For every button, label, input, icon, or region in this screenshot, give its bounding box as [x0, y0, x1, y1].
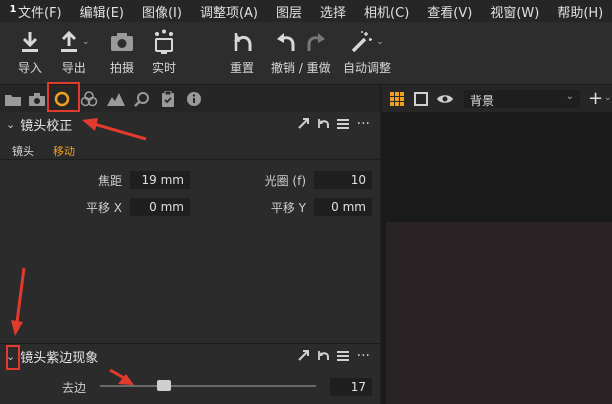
- menu-layers[interactable]: 图层: [276, 2, 302, 21]
- defringe-field[interactable]: 17: [330, 378, 372, 396]
- menu-edit[interactable]: 编辑(E): [80, 2, 124, 21]
- more-icon[interactable]: ···: [357, 117, 370, 131]
- annotation-box-lens-tab: [47, 82, 80, 112]
- aperture-field[interactable]: 10: [314, 171, 372, 189]
- main-toolbar: 导入 ⌄ 导出 拍摄 实时 重置 撤销 / 重做 ⌄ 自动调整: [0, 22, 612, 84]
- shift-y-label: 平移 Y: [270, 201, 306, 215]
- layer-select[interactable]: 背景 ⌄: [464, 90, 580, 108]
- defringe-label: 去边: [61, 381, 86, 395]
- menu-window[interactable]: 视窗(W): [490, 2, 539, 21]
- reset-icon: [231, 28, 253, 56]
- image-preview: [386, 222, 612, 404]
- info-tab-icon[interactable]: [185, 91, 203, 107]
- annotation-arrow: [11, 267, 26, 336]
- grid-icon[interactable]: [390, 92, 404, 109]
- export-icon: ⌄: [58, 28, 90, 56]
- expand-icon[interactable]: [297, 350, 309, 361]
- add-icon[interactable]: +: [588, 88, 603, 109]
- folder-icon[interactable]: [4, 91, 22, 107]
- menu-camera[interactable]: 相机(C): [364, 2, 409, 21]
- purple-fringing-header[interactable]: ⌄ 镜头紫边现象 ···: [0, 344, 380, 368]
- reset-panel-icon[interactable]: [317, 118, 329, 129]
- aperture-label: 光圈 (f): [264, 174, 306, 188]
- menu-help[interactable]: 帮助(H): [557, 2, 603, 21]
- export-button[interactable]: ⌄ 导出: [58, 28, 90, 76]
- menu-file[interactable]: 文件(F): [18, 2, 62, 21]
- focal-field[interactable]: 19 mm: [130, 171, 190, 189]
- tab-lens[interactable]: 镜头: [12, 143, 34, 159]
- menu-adjustments[interactable]: 调整项(A): [200, 2, 258, 21]
- lens-correction-header[interactable]: ⌄ 镜头校正 ···: [0, 112, 380, 136]
- import-button[interactable]: 导入: [18, 28, 42, 76]
- menu-bar: 1 文件(F) 编辑(E) 图像(I) 调整项(A) 图层 选择 相机(C) 查…: [0, 0, 612, 22]
- chevron-down-icon[interactable]: ⌄: [6, 118, 15, 131]
- menu-view[interactable]: 查看(V): [427, 2, 472, 21]
- color-tab-icon[interactable]: [80, 91, 98, 107]
- shift-x-label: 平移 X: [85, 201, 122, 215]
- chevron-down-icon: ⌄: [565, 91, 574, 102]
- menu-image[interactable]: 图像(I): [142, 2, 182, 21]
- focal-label: 焦距: [97, 174, 122, 188]
- auto-adjust-button[interactable]: ⌄ 自动调整: [343, 28, 391, 76]
- live-button[interactable]: 实时: [152, 28, 176, 76]
- reset-button[interactable]: 重置: [230, 28, 254, 76]
- annotation-arrow: [109, 368, 134, 385]
- details-tab-icon[interactable]: [133, 91, 151, 107]
- capture-tab-icon[interactable]: [28, 91, 46, 107]
- undo-redo-button[interactable]: 撤销 / 重做: [271, 28, 331, 76]
- lens-subtabs: 镜头 移动: [0, 140, 380, 160]
- shift-y-field[interactable]: 0 mm: [314, 198, 372, 216]
- magic-wand-icon: ⌄: [350, 28, 384, 56]
- defringe-slider-handle[interactable]: [156, 380, 171, 391]
- more-icon[interactable]: ···: [357, 349, 370, 363]
- metadata-tab-icon[interactable]: [159, 91, 177, 107]
- chevron-down-icon[interactable]: ⌄: [604, 93, 612, 103]
- image-viewer[interactable]: [382, 112, 612, 404]
- camera-icon: [110, 28, 134, 56]
- single-view-icon[interactable]: [414, 92, 428, 109]
- tab-movement[interactable]: 移动: [53, 143, 75, 159]
- reset-panel-icon[interactable]: [317, 350, 329, 361]
- shift-x-field[interactable]: 0 mm: [130, 198, 190, 216]
- menu-select[interactable]: 选择: [320, 2, 346, 21]
- viewer-toolbar: 背景 ⌄ + ⌄: [382, 84, 612, 112]
- menu-icon[interactable]: [336, 118, 349, 129]
- defringe-slider-track[interactable]: [100, 385, 316, 387]
- undo-icon[interactable]: [275, 30, 297, 54]
- chevron-down-icon[interactable]: ⌄: [376, 37, 384, 47]
- eye-icon[interactable]: [436, 93, 454, 108]
- capture-button[interactable]: 拍摄: [110, 28, 134, 76]
- annotation-box-panel-check: [6, 345, 20, 370]
- exposure-tab-icon[interactable]: [107, 91, 125, 107]
- live-icon: [152, 28, 176, 56]
- expand-icon[interactable]: [297, 118, 309, 129]
- chevron-down-icon[interactable]: ⌄: [82, 37, 90, 47]
- menu-icon[interactable]: [336, 350, 349, 361]
- redo-icon[interactable]: [305, 30, 327, 54]
- import-icon: [19, 28, 41, 56]
